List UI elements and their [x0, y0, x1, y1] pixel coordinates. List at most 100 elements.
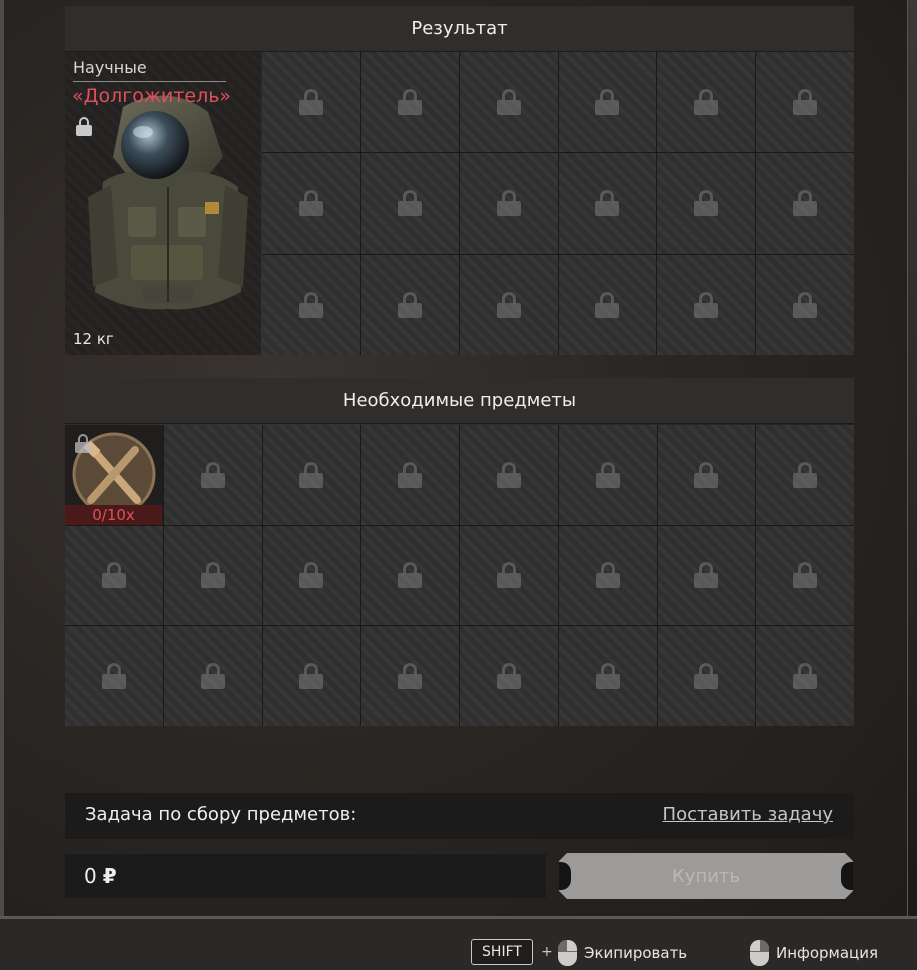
set-task-link[interactable]: Поставить задачу [663, 804, 833, 825]
locked-slot [460, 525, 558, 626]
locked-slot [756, 153, 854, 254]
locked-slot [163, 425, 262, 525]
lock-icon [101, 562, 126, 589]
locked-slot [65, 626, 163, 726]
buy-button-label: Купить [672, 865, 740, 887]
locked-slot [262, 425, 361, 525]
lock-icon [694, 663, 719, 690]
locked-slot [657, 153, 756, 254]
locked-slot [360, 254, 459, 355]
window-scrollbar[interactable] [907, 0, 917, 918]
required-item-count: 0/10x [65, 504, 162, 525]
result-slots-grid [262, 52, 854, 355]
locked-slot [360, 52, 459, 153]
lock-icon [397, 190, 422, 217]
lock-icon [595, 562, 620, 589]
lock-icon [298, 89, 323, 116]
locked-slot [459, 52, 558, 153]
locked-slot [163, 626, 262, 726]
locked-slot [459, 254, 558, 355]
lock-icon [793, 291, 818, 318]
required-items-title: Необходимые предметы [342, 390, 577, 411]
buy-button-notch-right [841, 862, 853, 890]
lock-icon [496, 89, 521, 116]
required-item-slot[interactable]: 0/10x [65, 425, 163, 525]
locked-slot [460, 425, 558, 525]
lock-icon [694, 562, 719, 589]
lock-icon [496, 663, 521, 690]
lock-icon [200, 461, 225, 488]
required-items-header: Необходимые предметы [65, 378, 854, 424]
locked-slot [361, 425, 459, 525]
armor-suit-icon [83, 87, 253, 336]
lock-icon [398, 461, 423, 488]
locked-slot [262, 525, 361, 626]
result-title: Результат [411, 18, 508, 39]
collect-task-label: Задача по сбору предметов: [85, 804, 357, 825]
locked-slot [756, 525, 854, 626]
lock-icon [76, 117, 92, 137]
locked-slot [657, 425, 756, 525]
lock-icon [595, 89, 620, 116]
lock-icon [299, 562, 324, 589]
locked-slot [756, 425, 854, 525]
locked-slot [360, 153, 459, 254]
lock-icon [200, 663, 225, 690]
lock-icon [595, 461, 620, 488]
locked-slot [558, 425, 657, 525]
buy-button[interactable]: Купить [559, 853, 853, 899]
price-display: 0 ₽ [65, 854, 546, 898]
required-items-grid: 0/10x [65, 425, 854, 726]
locked-slot [262, 254, 360, 355]
locked-slot [558, 52, 657, 153]
lock-icon [75, 434, 91, 454]
lock-icon [694, 461, 719, 488]
window-frame-left [0, 0, 4, 918]
lock-icon [398, 562, 423, 589]
locked-slot [756, 254, 854, 355]
lock-icon [298, 291, 323, 318]
shift-key-hint: SHIFT [471, 939, 533, 965]
price-value: 0 ₽ [84, 864, 117, 888]
equip-hint-label: Экипировать [584, 944, 688, 962]
locked-slot [262, 626, 361, 726]
category-divider [73, 81, 226, 82]
locked-slot [459, 153, 558, 254]
item-category: Научные [73, 58, 147, 77]
lock-icon [793, 190, 818, 217]
lock-icon [793, 461, 818, 488]
locked-slot [657, 254, 756, 355]
lock-icon [397, 291, 422, 318]
lock-icon [793, 89, 818, 116]
lock-icon [793, 562, 818, 589]
ruble-icon: ₽ [102, 864, 117, 888]
lock-icon [398, 663, 423, 690]
lock-icon [298, 190, 323, 217]
mouse-right-click-icon [750, 940, 769, 966]
info-hint-label: Информация [776, 944, 879, 962]
lock-icon [496, 291, 521, 318]
result-item-card[interactable]: Научные «Долгожитель» 12 кг [65, 52, 261, 355]
locked-slot [163, 525, 262, 626]
locked-slot [262, 153, 360, 254]
item-name: «Долгожитель» [72, 85, 232, 107]
price-amount: 0 [84, 864, 97, 888]
lock-icon [397, 89, 422, 116]
lock-icon [595, 291, 620, 318]
locked-slot [361, 626, 459, 726]
locked-slot [558, 153, 657, 254]
lock-icon [694, 190, 719, 217]
collect-task-bar: Задача по сбору предметов: Поставить зад… [65, 793, 854, 839]
locked-slot [558, 626, 657, 726]
locked-slot [460, 626, 558, 726]
locked-slot [558, 254, 657, 355]
control-hints: SHIFT + Экипировать Информация [0, 939, 917, 969]
lock-icon [496, 190, 521, 217]
lock-icon [496, 461, 521, 488]
locked-slot [361, 525, 459, 626]
lock-icon [299, 663, 324, 690]
result-header: Результат [65, 6, 854, 52]
lock-icon [496, 562, 521, 589]
lock-icon [299, 461, 324, 488]
item-weight: 12 кг [73, 330, 114, 348]
